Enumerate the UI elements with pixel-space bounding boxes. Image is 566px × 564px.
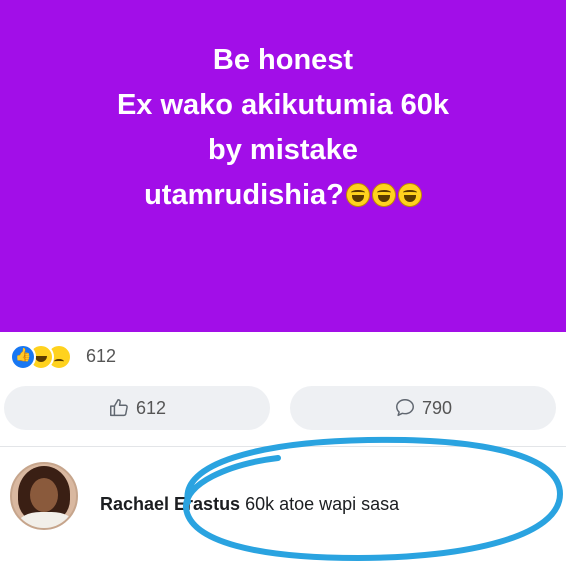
post-line-1: Be honest bbox=[212, 44, 354, 76]
comment: Rachael Erastus 60k atoe wapi sasa bbox=[100, 494, 399, 515]
comment-button[interactable]: 790 bbox=[290, 386, 556, 430]
avatar-shirt bbox=[18, 512, 74, 528]
reaction-count[interactable]: 612 bbox=[86, 346, 116, 367]
post-text: Be honest Ex wako akikutumia 60k by mist… bbox=[0, 38, 566, 218]
post-background: Be honest Ex wako akikutumia 60k by mist… bbox=[0, 0, 566, 332]
post-footer bbox=[0, 332, 566, 564]
like-button[interactable]: 612 bbox=[4, 386, 270, 430]
avatar[interactable] bbox=[10, 462, 78, 530]
like-reaction-icon bbox=[10, 344, 36, 370]
laughing-emoji-icon bbox=[371, 183, 396, 207]
comment-count: 790 bbox=[421, 397, 453, 418]
post-line-4-text: utamrudishia? bbox=[144, 179, 344, 211]
like-count: 612 bbox=[135, 397, 167, 418]
post-line-3: by mistake bbox=[208, 134, 358, 166]
thumbs-up-icon bbox=[109, 399, 128, 417]
divider bbox=[0, 446, 566, 447]
laughing-emoji-icon bbox=[397, 183, 422, 207]
post-line-2: Ex wako akikutumia 60k bbox=[116, 89, 450, 121]
comment-author[interactable]: Rachael Erastus bbox=[100, 494, 240, 514]
post-line-4: utamrudishia? bbox=[0, 173, 566, 218]
avatar-face bbox=[30, 478, 58, 512]
comment-text: 60k atoe wapi sasa bbox=[245, 494, 400, 514]
comment-bubble-icon bbox=[395, 399, 414, 417]
laughing-emoji-icon bbox=[345, 183, 370, 207]
